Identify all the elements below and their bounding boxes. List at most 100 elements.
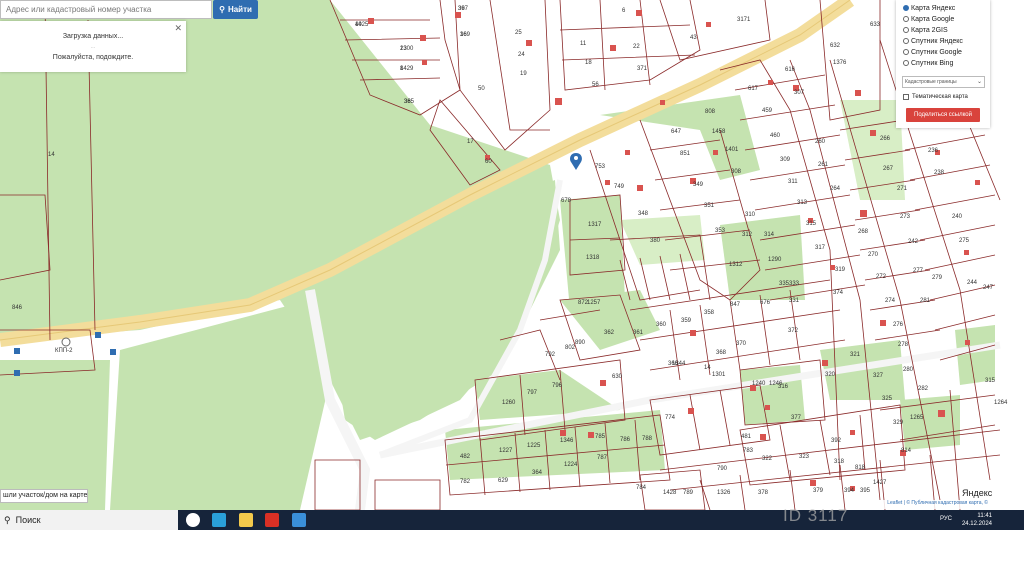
parcel-number: 360 [656, 322, 667, 328]
taskbar-search[interactable]: ⚲ Поиск [0, 510, 178, 530]
radio-icon[interactable] [903, 27, 909, 33]
forest-area [0, 360, 110, 510]
parcel-number: 890 [575, 340, 586, 346]
folder-icon[interactable] [239, 513, 253, 527]
pdf-reader-icon[interactable] [265, 513, 279, 527]
system-clock[interactable]: 11:41 24.12.2024 [962, 512, 992, 528]
bottom-blank-area [0, 530, 1024, 576]
yandex-browser-icon[interactable] [186, 513, 200, 527]
parcel-number: 482 [460, 454, 471, 460]
radio-icon[interactable] [903, 60, 909, 66]
parcel-number: 362 [604, 330, 615, 336]
parcel-number: 365 [404, 99, 415, 105]
parcel-number: 1260 [502, 400, 516, 406]
radio-icon[interactable] [903, 38, 909, 44]
parcel-number: 1264 [994, 400, 1008, 406]
parcel-number: 797 [527, 390, 538, 396]
parcel-number: 678 [561, 198, 572, 204]
edge-icon[interactable] [212, 513, 226, 527]
parcel-number: 377 [791, 415, 802, 421]
parcel-number: 279 [932, 275, 943, 281]
parcel-number: 325 [882, 396, 893, 402]
parcel-number: 379 [813, 488, 824, 494]
parcel-number: 17 [467, 139, 474, 145]
parcel-number: 847 [730, 302, 741, 308]
layer-option-bing-satellite[interactable]: Спутник Bing [903, 58, 953, 68]
parcel-number: 11 [580, 41, 587, 47]
location-marker-icon[interactable] [570, 153, 582, 170]
parcel-number: 308 [731, 169, 742, 175]
layer-option-google-satellite[interactable]: Спутник Google [903, 47, 962, 57]
parcel-number: 18 [585, 60, 592, 66]
thematic-map-checkbox[interactable]: Тематическая карта [903, 94, 968, 100]
parcel-number: 459 [762, 108, 773, 114]
parcel-number: 351 [704, 203, 715, 209]
parcel-number: 244 [967, 280, 978, 286]
parcel-number: 56 [592, 82, 599, 88]
forest-area [110, 300, 330, 510]
parcel-number: 278 [898, 342, 909, 348]
parcel-number: 1318 [586, 255, 600, 261]
parcel-number: 238 [934, 170, 945, 176]
parcel-number: 1458 [712, 129, 726, 135]
parcel-number: 22 [633, 44, 640, 50]
parcel-number: 1290 [768, 257, 782, 263]
parcel-number: 1425 [355, 22, 369, 28]
parcel-number: 275 [959, 238, 970, 244]
radio-icon[interactable] [903, 49, 909, 55]
layer-option-google-map[interactable]: Карта Google [903, 14, 954, 24]
parcel-number: 629 [498, 478, 509, 484]
radio-selected-icon[interactable] [903, 5, 909, 11]
parcel-number: 380 [650, 238, 661, 244]
cadastral-map[interactable]: 40 23 8 38 39 16 25 24 19 50 11 18 56 6 22 371 43 3171 633… [0, 0, 1024, 510]
parcel-number: 271 [897, 186, 908, 192]
parcel-number: 266 [880, 136, 891, 142]
parcel-number: 372 [788, 328, 799, 334]
parcel-number: 272 [876, 274, 887, 280]
parcel-number: 267 [883, 166, 894, 172]
parcel-number: 6 [622, 8, 626, 14]
parcel-number: 369 [460, 32, 471, 38]
parcel-number: 309 [780, 157, 791, 163]
parcel-number: 786 [620, 437, 631, 443]
radio-icon[interactable] [903, 16, 909, 22]
parcel-number: 280 [903, 367, 914, 373]
parcel-number: 318 [834, 459, 845, 465]
parcel-number: 1227 [499, 448, 513, 454]
parcel-number: 394 [844, 488, 855, 494]
green-plot [600, 95, 760, 180]
language-indicator[interactable]: РУС [940, 516, 952, 522]
parcel-number: 312 [742, 232, 753, 238]
parcel-number: 273 [900, 214, 911, 220]
parcel-number: 1301 [712, 372, 726, 378]
loading-popup: ✕ Загрузка данных... ... Пожалуйста, под… [0, 21, 186, 72]
parcel-number: 788 [642, 436, 653, 442]
parcel-number: 333 [789, 281, 800, 287]
parcel-number: 329 [893, 420, 904, 426]
map-attribution[interactable]: Leaflet | © Публичная кадастровая карта,… [873, 500, 990, 509]
layer-option-2gis-map[interactable]: Карта 2GIS [903, 25, 948, 35]
parcel-number: 24 [518, 52, 525, 58]
layer-option-yandex-satellite[interactable]: Спутник Яндекс [903, 36, 963, 46]
green-plot [720, 215, 805, 300]
parcel-number: 749 [614, 184, 625, 190]
search-input[interactable]: Адрес или кадастровый номер участка [0, 0, 212, 19]
parcel-number: 335 [779, 281, 790, 287]
photos-icon[interactable] [292, 513, 306, 527]
parcel-number: 348 [638, 211, 649, 217]
search-button[interactable]: ⚲ Найти [213, 0, 258, 19]
checkbox-icon[interactable] [903, 94, 909, 100]
layer-option-yandex-map[interactable]: Карта Яндекс [903, 3, 955, 13]
parcel-number: 270 [868, 252, 879, 258]
parcel-number: 846 [12, 305, 23, 311]
parcel-number: 370 [736, 341, 747, 347]
parcel-number: 349 [693, 182, 704, 188]
parcel-number: 1225 [527, 443, 541, 449]
parcel-number: 792 [545, 352, 556, 358]
share-link-button[interactable]: Поделиться ссылкой [906, 108, 980, 122]
ask-location-link[interactable]: шли участок/дом на карте? [0, 489, 88, 503]
checkpoint-icon [61, 337, 71, 347]
parcel-number: 1224 [564, 462, 578, 468]
overlay-select[interactable]: Кадастровые границы ⌄ [902, 76, 985, 88]
parcel-number: 1376 [833, 60, 847, 66]
